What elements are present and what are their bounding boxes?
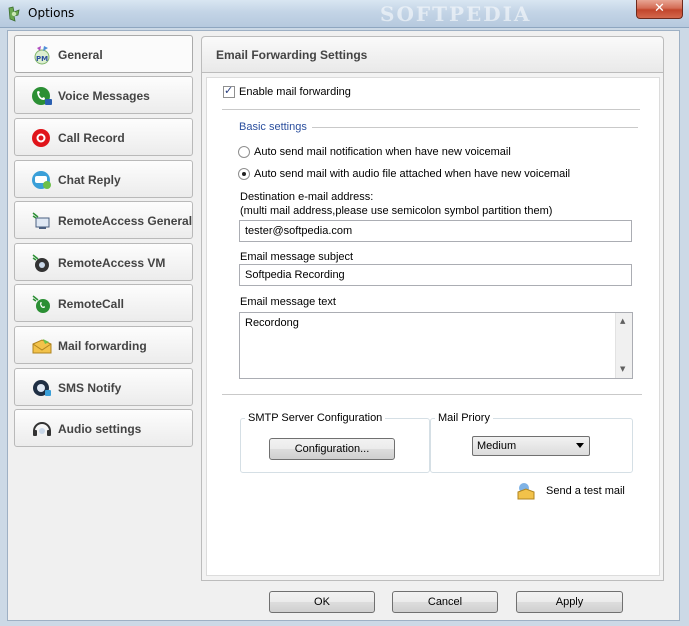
- audio-attached-radio[interactable]: [238, 168, 250, 180]
- sidebar-item-chat-reply[interactable]: Chat Reply: [14, 160, 193, 198]
- title-bar: Options SOFTPEDIA ✕: [0, 0, 689, 28]
- scroll-down-icon[interactable]: ▼: [620, 365, 625, 373]
- mail-icon: [32, 339, 52, 354]
- sidebar-item-call-record[interactable]: Call Record: [14, 118, 193, 156]
- sidebar-item-label: RemoteAccess General: [58, 214, 193, 228]
- sidebar-item-label: Mail forwarding: [58, 339, 147, 353]
- sidebar-item-mail-forwarding[interactable]: Mail forwarding: [14, 326, 193, 364]
- test-mail-icon[interactable]: [515, 481, 537, 501]
- message-text-value: Recordong: [245, 317, 299, 329]
- sidebar-item-label: Chat Reply: [58, 173, 121, 187]
- sidebar-item-label: Voice Messages: [58, 89, 150, 103]
- divider: [222, 394, 642, 395]
- svg-text:PM: PM: [36, 55, 48, 63]
- priority-select[interactable]: Medium: [472, 436, 590, 456]
- sidebar-item-label: SMS Notify: [58, 381, 122, 395]
- sidebar-item-remote-access-vm[interactable]: RemoteAccess VM: [14, 243, 193, 281]
- remote-access-icon: [32, 212, 50, 229]
- notification-radio[interactable]: [238, 146, 250, 158]
- voice-messages-icon: [32, 87, 52, 105]
- sidebar-item-label: Call Record: [58, 131, 125, 145]
- window-title: Options: [28, 6, 75, 20]
- remote-vm-icon: [32, 254, 49, 272]
- sidebar-item-label: General: [58, 48, 103, 62]
- message-text-label: Email message text: [240, 296, 336, 308]
- subject-field[interactable]: Softpedia Recording: [239, 264, 632, 286]
- close-button[interactable]: ✕: [636, 0, 683, 19]
- smtp-group-label: SMTP Server Configuration: [245, 412, 386, 424]
- sidebar-item-remote-call[interactable]: RemoteCall: [14, 284, 193, 322]
- audio-attached-radio-label: Auto send mail with audio file attached …: [254, 168, 571, 180]
- remote-call-icon: [32, 295, 50, 313]
- message-scrollbar[interactable]: ▲ ▼: [615, 313, 632, 378]
- sidebar-item-audio-settings[interactable]: Audio settings: [14, 409, 193, 447]
- notification-radio-label: Auto send mail notification when have ne…: [254, 146, 511, 158]
- message-text-area[interactable]: Recordong: [239, 312, 633, 379]
- basic-settings-heading: Basic settings: [239, 121, 307, 133]
- panel-header: Email Forwarding Settings: [201, 36, 664, 72]
- subject-label: Email message subject: [240, 251, 354, 263]
- sidebar-item-remote-access-general[interactable]: RemoteAccess General: [14, 201, 193, 239]
- close-icon: ✕: [654, 1, 665, 16]
- sidebar-item-voice-messages[interactable]: Voice Messages: [14, 76, 193, 114]
- enable-forwarding-label: Enable mail forwarding: [239, 86, 351, 98]
- sidebar-item-sms-notify[interactable]: SMS Notify: [14, 368, 193, 406]
- record-icon: [32, 129, 50, 147]
- configuration-button[interactable]: Configuration...: [269, 438, 395, 460]
- pm-icon: PM: [34, 46, 50, 65]
- apply-button[interactable]: Apply: [516, 591, 623, 613]
- chat-icon: [32, 171, 51, 189]
- divider: [222, 109, 640, 110]
- headset-icon: [33, 422, 51, 436]
- sms-icon: [33, 380, 51, 396]
- destination-label: Destination e-mail address:: [240, 191, 374, 203]
- sidebar-item-label: RemoteAccess VM: [58, 256, 166, 270]
- sidebar-item-label: Audio settings: [58, 422, 142, 436]
- app-icon: [8, 6, 20, 22]
- chevron-down-icon: [576, 443, 584, 448]
- divider: [312, 127, 638, 128]
- priority-group-label: Mail Priory: [435, 412, 493, 424]
- watermark: SOFTPEDIA: [380, 2, 532, 26]
- scroll-up-icon[interactable]: ▲: [620, 317, 625, 325]
- send-test-mail-link[interactable]: Send a test mail: [546, 485, 625, 497]
- panel-title: Email Forwarding Settings: [216, 48, 368, 62]
- cancel-button[interactable]: Cancel: [392, 591, 498, 613]
- destination-email-field[interactable]: tester@softpedia.com: [239, 220, 632, 242]
- destination-hint: (multi mail address,please use semicolon…: [240, 205, 553, 217]
- ok-button[interactable]: OK: [269, 591, 375, 613]
- priority-value: Medium: [477, 440, 517, 452]
- sidebar-item-general[interactable]: PM General: [14, 35, 193, 73]
- sidebar-item-label: RemoteCall: [58, 297, 125, 311]
- enable-forwarding-checkbox[interactable]: [223, 84, 235, 98]
